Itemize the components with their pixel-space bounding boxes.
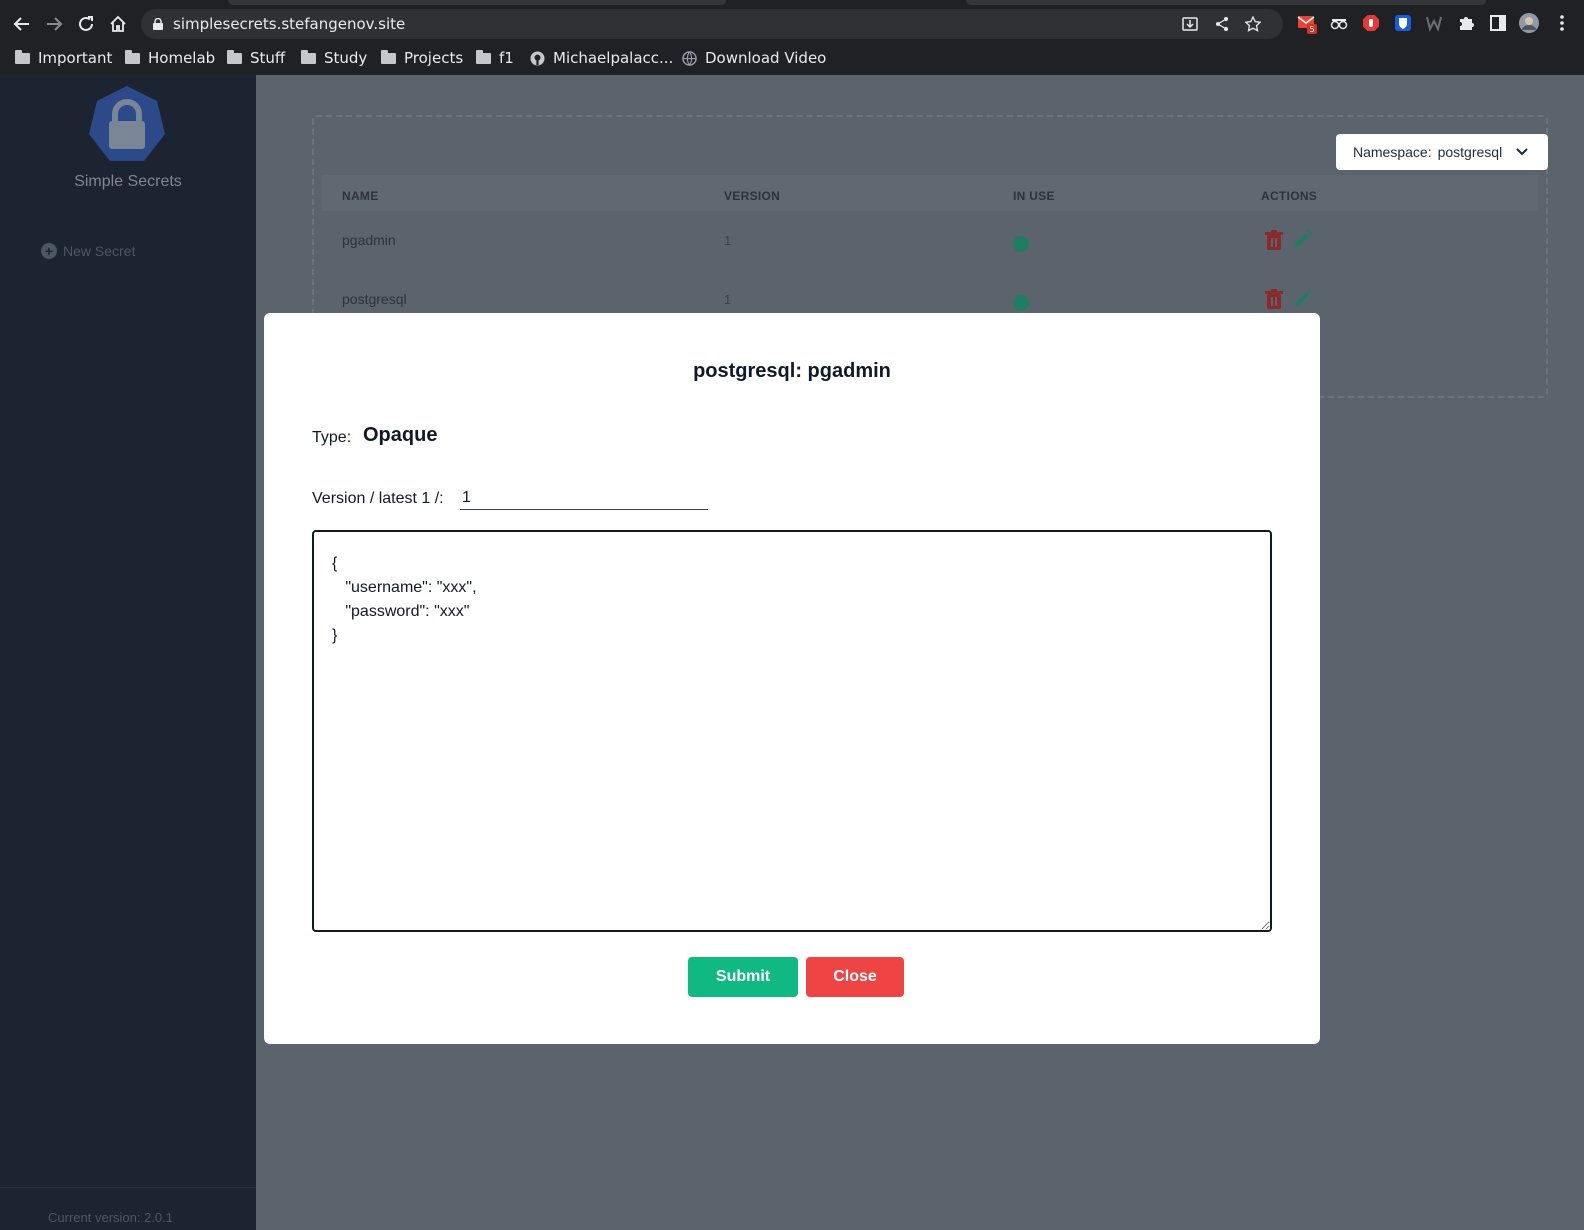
table-header [322, 175, 1538, 211]
bookmark-folder[interactable]: Homelab [125, 47, 215, 69]
spy-extension-icon[interactable] [1328, 12, 1350, 34]
bookmark-folder[interactable]: f1 [476, 47, 514, 69]
github-icon [530, 50, 545, 66]
namespace-label: Namespace: [1353, 144, 1432, 160]
secret-name-cell[interactable]: postgresql [342, 291, 407, 307]
namespace-select[interactable]: Namespace: postgresql [1336, 134, 1548, 170]
reload-icon[interactable] [72, 10, 100, 38]
home-icon[interactable] [104, 10, 132, 38]
bookmark-folder[interactable]: Study [301, 47, 367, 69]
bookmark-link[interactable]: Michaelpalacc... [530, 47, 673, 69]
bookmark-link[interactable]: Download Video [682, 47, 826, 69]
folder-icon [125, 49, 140, 64]
new-secret-button[interactable]: + New Secret [41, 243, 135, 259]
column-header-actions: ACTIONS [1261, 189, 1318, 203]
version-footer: Current version: 2.0.1 [48, 1210, 174, 1225]
bookmarks-bar: Important Homelab Stuff Study Projects f… [0, 44, 1584, 72]
chevron-down-icon [1516, 148, 1528, 156]
adblock-extension-icon[interactable] [1360, 12, 1382, 34]
column-header-name: NAME [342, 189, 379, 203]
submit-button[interactable]: Submit [688, 957, 798, 997]
tab-strip [0, 0, 1584, 8]
version-label: Version / latest 1 /: [312, 490, 444, 507]
extensions-puzzle-icon[interactable] [1455, 12, 1477, 34]
browser-chrome: simplesecrets.stefangenov.site 5 Importa… [0, 0, 1584, 75]
forward-icon[interactable] [40, 10, 68, 38]
browser-tab[interactable] [966, 0, 1486, 5]
namespace-value: postgresql [1437, 144, 1503, 160]
share-icon[interactable] [1213, 15, 1231, 33]
secret-version-cell: 1 [724, 233, 732, 248]
install-icon[interactable] [1181, 15, 1199, 33]
edit-secret-modal: postgresql: pgadmin Type: Opaque Version… [264, 313, 1320, 1044]
bookmark-folder[interactable]: Projects [381, 47, 463, 69]
in-use-indicator [1013, 295, 1029, 311]
new-secret-label: New Secret [63, 243, 136, 259]
bookmark-folder[interactable]: Stuff [227, 47, 285, 69]
address-bar[interactable]: simplesecrets.stefangenov.site [141, 9, 1283, 39]
type-label: Type: [312, 429, 352, 446]
folder-icon [301, 49, 316, 64]
browser-tab[interactable] [228, 0, 726, 5]
side-panel-icon[interactable] [1487, 12, 1509, 34]
bookmark-folder[interactable]: Important [15, 47, 112, 69]
pencil-icon[interactable] [1292, 287, 1314, 309]
secret-version-cell: 1 [724, 292, 732, 307]
profile-avatar[interactable] [1518, 12, 1540, 34]
sidebar-divider [0, 1187, 256, 1188]
lock-logo-icon [89, 86, 165, 161]
url-text: simplesecrets.stefangenov.site [173, 15, 406, 33]
trash-icon[interactable] [1263, 288, 1285, 310]
bitwarden-extension-icon[interactable] [1392, 12, 1414, 34]
column-header-in-use: IN USE [1013, 189, 1055, 203]
column-header-version: VERSION [724, 189, 781, 203]
wappalyzer-extension-icon[interactable] [1423, 12, 1445, 34]
globe-icon [682, 50, 697, 66]
mail-badge: 5 [1309, 25, 1314, 34]
pencil-icon[interactable] [1292, 228, 1314, 250]
gmail-extension-icon[interactable]: 5 [1296, 12, 1318, 34]
folder-icon [381, 49, 396, 64]
version-input[interactable] [460, 486, 708, 510]
in-use-indicator [1013, 236, 1029, 252]
star-icon[interactable] [1244, 15, 1262, 33]
type-value: Opaque [363, 424, 438, 446]
secret-json-editor[interactable]: { "username": "xxx", "password": "xxx" } [312, 530, 1272, 932]
plus-circle-icon: + [41, 243, 57, 259]
secret-name-cell[interactable]: pgadmin [342, 232, 396, 248]
app-sidebar: Simple Secrets + New Secret Current vers… [0, 75, 256, 1230]
back-icon[interactable] [8, 10, 36, 38]
folder-icon [15, 49, 30, 64]
app-name: Simple Secrets [74, 173, 182, 190]
folder-icon [476, 49, 491, 64]
folder-icon [227, 49, 242, 64]
modal-title: postgresql: pgadmin [693, 360, 891, 382]
browser-toolbar: simplesecrets.stefangenov.site 5 [0, 8, 1584, 40]
close-button[interactable]: Close [806, 957, 904, 997]
lock-icon [153, 18, 163, 30]
browser-menu-icon[interactable] [1551, 12, 1573, 34]
trash-icon[interactable] [1263, 229, 1285, 251]
